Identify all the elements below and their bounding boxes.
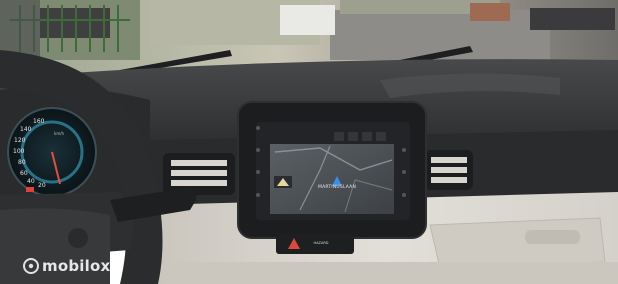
speed-tick: 80 (18, 159, 26, 166)
speed-tick: 100 (13, 148, 25, 155)
speed-tick: 20 (38, 182, 46, 189)
map-street-label: MARTINUSLAAN (318, 185, 357, 190)
infotainment-screen (237, 101, 427, 239)
phone-icon (348, 132, 358, 141)
hazard-label: HAZARD (313, 241, 329, 245)
car-interior-photo: 160 140 120 100 80 60 40 20 km/h MARTINU… (0, 0, 618, 284)
speed-tick: 120 (14, 137, 26, 144)
photo-scene (0, 0, 618, 284)
settings-icon (362, 132, 372, 141)
speed-tick: 40 (27, 178, 35, 185)
speed-tick: 160 (33, 118, 45, 125)
speed-tick: 140 (20, 126, 32, 133)
speed-unit: km/h (54, 131, 65, 136)
watermark-text: mobilox (42, 257, 111, 275)
home-icon (334, 132, 344, 141)
left-air-vent (163, 153, 235, 195)
right-air-vent (425, 150, 473, 190)
speed-tick: 60 (20, 170, 28, 177)
